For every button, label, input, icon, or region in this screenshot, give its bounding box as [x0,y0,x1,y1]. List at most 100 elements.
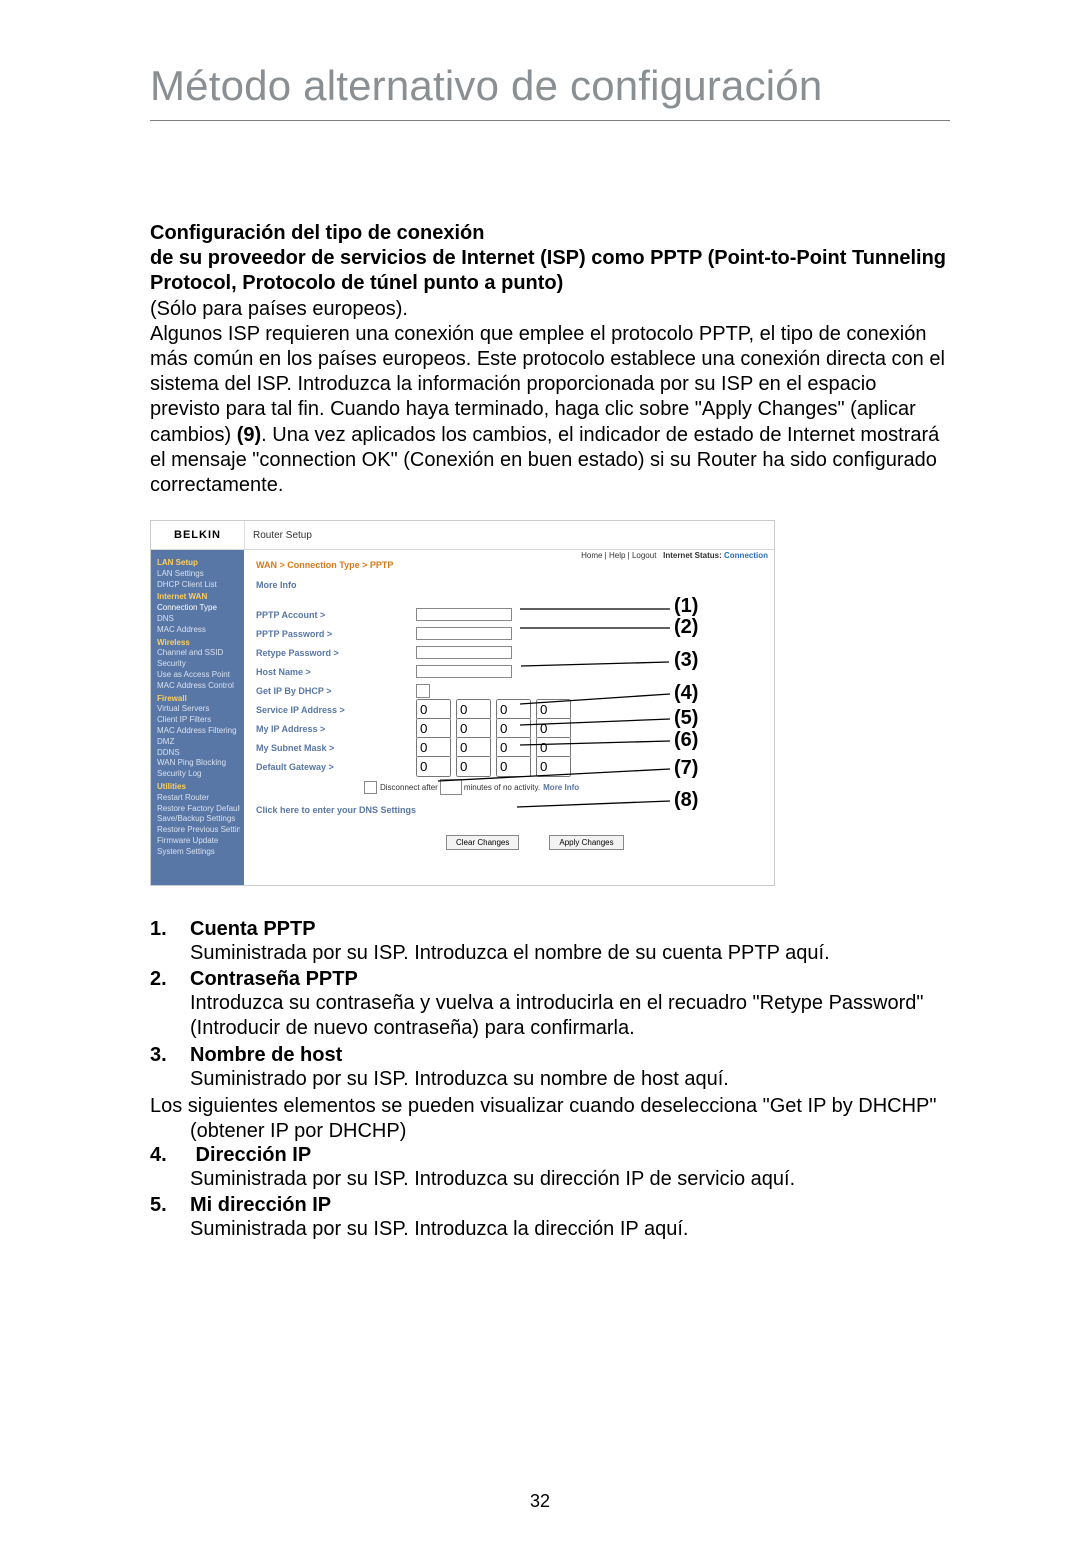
sidebar-item[interactable]: LAN Settings [157,569,240,580]
disconnect-more-info[interactable]: More Info [543,783,579,792]
label-retype-password: Retype Password > [256,648,416,658]
sidebar-item[interactable]: Firmware Update [157,836,240,847]
input-subnet-1[interactable] [416,737,451,758]
input-my-ip-3[interactable] [496,718,531,739]
breadcrumb: WAN > Connection Type > PPTP [256,560,760,570]
status-label: Internet Status: [663,551,722,560]
list-description: Suministrada por su ISP. Introduzca el n… [150,941,950,966]
sidebar-item[interactable]: Restore Previous Settings [157,825,240,836]
sidebar-item[interactable]: Security [157,659,240,670]
disconnect-row: Disconnect after minutes of no activity.… [256,779,760,795]
title-underline [150,120,950,121]
list-number: 5. [150,1194,190,1217]
label-my-ip: My IP Address > [256,724,416,734]
page-title: Método alternativo de configuración [150,62,950,110]
list-title: Dirección IP [190,1144,311,1166]
disconnect-label-a: Disconnect after [380,783,438,792]
router-ui-figure: BELKIN Router Setup Home | Help | Logout… [150,520,950,890]
input-gateway-2[interactable] [456,756,491,777]
sidebar-item[interactable]: MAC Address Control [157,681,240,692]
sidebar-item[interactable]: MAC Address Filtering [157,726,240,737]
list-number: 4. [150,1144,190,1167]
page-number: 32 [0,1491,1080,1512]
input-my-ip-2[interactable] [456,718,491,739]
list-number: 1. [150,918,190,941]
sidebar-heading: Internet WAN [157,592,240,603]
sidebar-item[interactable]: MAC Address [157,625,240,636]
sidebar-item[interactable]: Client IP Filters [157,715,240,726]
list-title: Nombre de host [190,1044,342,1066]
mid-paragraph: Los siguientes elementos se pueden visua… [150,1094,950,1144]
list-description: Introduzca su contraseña y vuelva a intr… [150,991,950,1041]
label-pptp-account: PPTP Account > [256,610,416,620]
input-service-ip-1[interactable] [416,699,451,720]
list-item: 2.Contraseña PPTPIntroduzca su contraseñ… [150,968,950,1041]
sidebar-item[interactable]: Save/Backup Settings [157,814,240,825]
input-service-ip-4[interactable] [536,699,571,720]
list-description: Suministrada por su ISP. Introduzca la d… [150,1217,950,1242]
input-gateway-4[interactable] [536,756,571,777]
router-setup-label: Router Setup [245,521,774,549]
disconnect-label-b: minutes of no activity. [464,783,540,792]
intro-heading-2: de su proveedor de servicios de Internet… [150,247,946,294]
sidebar-item[interactable]: Virtual Servers [157,704,240,715]
label-pptp-password: PPTP Password > [256,629,416,639]
document-page: Método alternativo de configuración Conf… [0,0,1080,1542]
definition-list-1: 1.Cuenta PPTPSuministrada por su ISP. In… [150,918,950,1092]
sidebar-item[interactable]: Use as Access Point [157,670,240,681]
input-disconnect-minutes[interactable] [440,779,462,795]
label-gateway: Default Gateway > [256,762,416,772]
sidebar-item[interactable]: DMZ [157,737,240,748]
checkbox-disconnect[interactable] [364,781,377,794]
list-description: Suministrada por su ISP. Introduzca su d… [150,1167,950,1192]
sidebar-item[interactable]: Connection Type [157,603,240,614]
sidebar-item[interactable]: Security Log [157,769,240,780]
sidebar-heading: Wireless [157,638,240,649]
list-number: 3. [150,1044,190,1067]
sidebar-item[interactable]: System Settings [157,847,240,858]
input-pptp-account[interactable] [416,608,512,621]
more-info-link[interactable]: More Info [256,580,760,590]
clear-changes-button[interactable]: Clear Changes [446,835,519,850]
input-subnet-4[interactable] [536,737,571,758]
status-value: Connection [724,551,768,560]
intro-note: (Sólo para países europeos). [150,297,950,322]
sidebar-item[interactable]: Restore Factory Defaults [157,804,240,815]
apply-changes-button[interactable]: Apply Changes [549,835,623,850]
nav-links[interactable]: Home | Help | Logout [581,551,656,560]
input-host-name[interactable] [416,665,512,678]
checkbox-get-ip-dhcp[interactable] [416,684,430,698]
list-title: Contraseña PPTP [190,968,358,990]
input-my-ip-1[interactable] [416,718,451,739]
input-retype-password[interactable] [416,646,512,659]
input-pptp-password[interactable] [416,627,512,640]
sidebar-item[interactable]: DHCP Client List [157,580,240,591]
dns-settings-link[interactable]: Click here to enter your DNS Settings [256,805,760,815]
sidebar-item[interactable]: Channel and SSID [157,648,240,659]
definition-list-2: 4. Dirección IPSuministrada por su ISP. … [150,1144,950,1242]
sidebar-item[interactable]: DNS [157,614,240,625]
label-subnet: My Subnet Mask > [256,743,416,753]
sidebar-item[interactable]: WAN Ping Blocking [157,758,240,769]
input-service-ip-2[interactable] [456,699,491,720]
input-subnet-2[interactable] [456,737,491,758]
input-my-ip-4[interactable] [536,718,571,739]
main-panel: WAN > Connection Type > PPTP More Info P… [244,550,774,885]
list-item: 5.Mi dirección IPSuministrada por su ISP… [150,1194,950,1242]
input-service-ip-3[interactable] [496,699,531,720]
brand-logo: BELKIN [151,521,245,549]
input-subnet-3[interactable] [496,737,531,758]
list-item: 4. Dirección IPSuministrada por su ISP. … [150,1144,950,1192]
input-gateway-1[interactable] [416,756,451,777]
sidebar: LAN SetupLAN SettingsDHCP Client ListInt… [151,550,244,885]
label-service-ip: Service IP Address > [256,705,416,715]
sidebar-heading: Utilities [157,782,240,793]
sidebar-item[interactable]: DDNS [157,748,240,759]
sidebar-item[interactable]: Restart Router [157,793,240,804]
list-title: Mi dirección IP [190,1194,331,1216]
router-topbar: BELKIN Router Setup [151,521,774,549]
sidebar-heading: Firewall [157,694,240,705]
label-get-ip-dhcp: Get IP By DHCP > [256,686,416,696]
input-gateway-3[interactable] [496,756,531,777]
router-ui: BELKIN Router Setup Home | Help | Logout… [150,520,775,886]
